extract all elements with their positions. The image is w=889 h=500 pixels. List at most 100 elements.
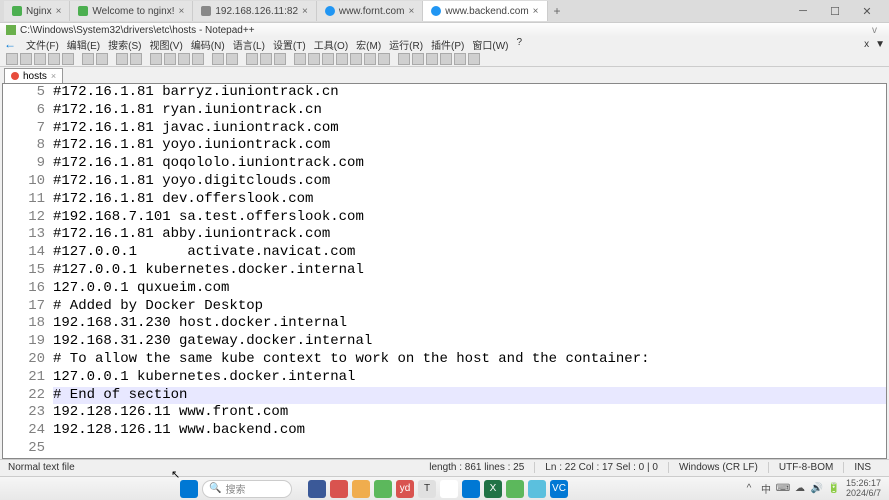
menu-item[interactable]: 语言(L): [229, 37, 269, 52]
tray-icon[interactable]: ^: [743, 483, 755, 495]
code-line[interactable]: #172.16.1.81 dev.offerslook.com: [53, 191, 886, 209]
code-line[interactable]: 127.0.0.1 kubernetes.docker.internal: [53, 369, 886, 387]
code-line[interactable]: #172.16.1.81 javac.iuniontrack.com: [53, 120, 886, 138]
code-line[interactable]: # To allow the same kube context to work…: [53, 351, 886, 369]
browser-tab[interactable]: Welcome to nginx!×: [70, 1, 193, 21]
toolbar-button[interactable]: [178, 53, 190, 65]
menu-item[interactable]: 编辑(E): [63, 37, 104, 52]
taskbar-app-icon[interactable]: T: [418, 480, 436, 498]
code-line[interactable]: #127.0.0.1 kubernetes.docker.internal: [53, 262, 886, 280]
tray-icon[interactable]: 中: [760, 483, 772, 495]
taskbar-app-icon[interactable]: VC: [550, 480, 568, 498]
menu-close-caret[interactable]: ▼: [875, 39, 885, 50]
code-line[interactable]: 127.0.0.1 quxueim.com: [53, 280, 886, 298]
code-line[interactable]: #172.16.1.81 abby.iuniontrack.com: [53, 226, 886, 244]
menu-close-x[interactable]: x: [864, 39, 869, 50]
toolbar-button[interactable]: [116, 53, 128, 65]
toolbar-button[interactable]: [130, 53, 142, 65]
tab-close-icon[interactable]: ×: [533, 6, 539, 17]
taskbar-app-icon[interactable]: [352, 480, 370, 498]
editor[interactable]: 5678910111213141516171819202122232425 #1…: [2, 83, 887, 459]
tab-close-icon[interactable]: ×: [179, 6, 185, 17]
menu-item[interactable]: 设置(T): [269, 37, 310, 52]
close-window-button[interactable]: ✕: [857, 5, 877, 18]
toolbar-button[interactable]: [350, 53, 362, 65]
menu-item[interactable]: ?: [513, 37, 527, 52]
file-tab-close-icon[interactable]: ×: [51, 71, 56, 81]
tray-icon[interactable]: 🔋: [828, 483, 840, 495]
code-line[interactable]: #192.168.7.101 sa.test.offerslook.com: [53, 209, 886, 227]
tray-icon[interactable]: ⌨: [777, 483, 789, 495]
toolbar-button[interactable]: [6, 53, 18, 65]
toolbar-button[interactable]: [212, 53, 224, 65]
taskbar-app-icon[interactable]: yd: [396, 480, 414, 498]
back-arrow-icon[interactable]: ←: [4, 37, 16, 51]
toolbar-button[interactable]: [468, 53, 480, 65]
menu-item[interactable]: 插件(P): [427, 37, 468, 52]
toolbar-button[interactable]: [308, 53, 320, 65]
taskbar-app-icon[interactable]: [462, 480, 480, 498]
toolbar-button[interactable]: [150, 53, 162, 65]
toolbar-button[interactable]: [48, 53, 60, 65]
code-area[interactable]: #172.16.1.81 barryz.iuniontrack.cn#172.1…: [53, 84, 886, 458]
tray-icon[interactable]: 🔊: [811, 483, 823, 495]
toolbar-button[interactable]: [322, 53, 334, 65]
taskbar-app-icon[interactable]: [308, 480, 326, 498]
tray-icon[interactable]: ☁: [794, 483, 806, 495]
taskbar-app-icon[interactable]: [374, 480, 392, 498]
code-line[interactable]: 192.128.126.11 www.backend.com: [53, 422, 886, 440]
code-line[interactable]: #172.16.1.81 ryan.iuniontrack.cn: [53, 102, 886, 120]
code-line[interactable]: 192.168.31.230 gateway.docker.internal: [53, 333, 886, 351]
toolbar-button[interactable]: [260, 53, 272, 65]
menu-item[interactable]: 搜索(S): [104, 37, 145, 52]
taskbar-app-icon[interactable]: [330, 480, 348, 498]
browser-tab[interactable]: www.fornt.com×: [317, 1, 423, 21]
toolbar-button[interactable]: [226, 53, 238, 65]
taskbar-search[interactable]: 🔍 搜索: [202, 480, 292, 498]
toolbar-button[interactable]: [440, 53, 452, 65]
menu-item[interactable]: 宏(M): [352, 37, 385, 52]
toolbar-button[interactable]: [336, 53, 348, 65]
taskbar-app-icon[interactable]: [440, 480, 458, 498]
toolbar-button[interactable]: [246, 53, 258, 65]
taskbar-app-icon[interactable]: X: [484, 480, 502, 498]
code-line[interactable]: [53, 440, 886, 458]
new-tab-button[interactable]: +: [548, 4, 567, 18]
code-line[interactable]: 192.128.126.11 www.front.com: [53, 404, 886, 422]
toolbar-button[interactable]: [294, 53, 306, 65]
taskbar-app-icon[interactable]: [528, 480, 546, 498]
code-line[interactable]: # End of section: [53, 387, 886, 405]
toolbar-button[interactable]: [398, 53, 410, 65]
browser-tab[interactable]: Nginx×: [4, 1, 70, 21]
toolbar-button[interactable]: [96, 53, 108, 65]
code-line[interactable]: #172.16.1.81 yoyo.iuniontrack.com: [53, 137, 886, 155]
code-line[interactable]: # Added by Docker Desktop: [53, 298, 886, 316]
toolbar-button[interactable]: [62, 53, 74, 65]
taskbar-clock[interactable]: 15:26:17 2024/6/7: [846, 479, 881, 498]
menu-item[interactable]: 视图(V): [145, 37, 186, 52]
code-line[interactable]: #172.16.1.81 qoqololo.iuniontrack.com: [53, 155, 886, 173]
menu-item[interactable]: 运行(R): [385, 37, 427, 52]
code-line[interactable]: #172.16.1.81 yoyo.digitclouds.com: [53, 173, 886, 191]
toolbar-button[interactable]: [378, 53, 390, 65]
menu-item[interactable]: 窗口(W): [468, 37, 512, 52]
code-line[interactable]: 192.168.31.230 host.docker.internal: [53, 315, 886, 333]
toolbar-button[interactable]: [192, 53, 204, 65]
toolbar-button[interactable]: [454, 53, 466, 65]
browser-tab[interactable]: www.backend.com×: [423, 1, 547, 21]
toolbar-button[interactable]: [82, 53, 94, 65]
menu-item[interactable]: 文件(F): [22, 37, 63, 52]
code-line[interactable]: #127.0.0.1 activate.navicat.com: [53, 244, 886, 262]
toolbar-button[interactable]: [274, 53, 286, 65]
tab-close-icon[interactable]: ×: [302, 6, 308, 17]
browser-tab[interactable]: 192.168.126.11:82×: [193, 1, 317, 21]
file-tab-hosts[interactable]: hosts ×: [4, 68, 63, 83]
toolbar-button[interactable]: [412, 53, 424, 65]
start-button[interactable]: [180, 480, 198, 498]
toolbar-button[interactable]: [426, 53, 438, 65]
toolbar-button[interactable]: [34, 53, 46, 65]
menu-item[interactable]: 工具(O): [310, 37, 352, 52]
menu-item[interactable]: 编码(N): [187, 37, 229, 52]
toolbar-button[interactable]: [164, 53, 176, 65]
title-caret-icon[interactable]: v: [872, 25, 883, 36]
